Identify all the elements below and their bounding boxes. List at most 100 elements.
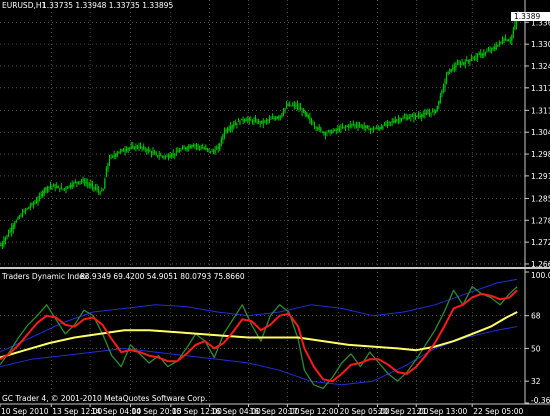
candle-body: [355, 125, 358, 126]
candle-body: [112, 155, 114, 157]
price-tick-label: 1.2983: [531, 150, 550, 159]
candle-body: [20, 214, 22, 216]
candle-body: [386, 122, 389, 124]
candle-body: [425, 113, 427, 115]
candle-body: [29, 205, 31, 208]
candle-body: [372, 128, 375, 131]
price-tick-label: 1.2853: [531, 194, 550, 203]
candle-body: [396, 119, 398, 121]
candle-body: [500, 41, 502, 43]
candle-body: [217, 147, 219, 149]
candle-body: [60, 186, 62, 189]
candle-body: [439, 95, 441, 103]
price-tick-label: 1.2789: [531, 216, 550, 225]
candle-body: [334, 129, 336, 131]
candle-body: [438, 100, 440, 105]
candle-body: [360, 125, 362, 127]
candle-body: [442, 86, 445, 90]
candle-body: [222, 135, 224, 141]
candle-body: [178, 150, 181, 153]
candle-body: [130, 146, 132, 148]
candle-body: [453, 66, 455, 69]
candle-body: [376, 127, 378, 129]
candle-body: [399, 118, 401, 122]
candle-body: [12, 225, 14, 230]
candle-body: [337, 128, 339, 130]
candle-body: [430, 112, 432, 115]
candle-body: [327, 130, 330, 133]
candle-body: [390, 121, 392, 123]
candle-body: [290, 105, 292, 107]
candle-body: [236, 122, 238, 125]
candle-body: [463, 62, 465, 64]
candle-body: [192, 144, 194, 147]
candle-body: [91, 183, 94, 187]
candle-body: [450, 69, 452, 72]
candle-body: [424, 112, 426, 115]
candle-body: [299, 107, 302, 110]
candle-body: [169, 155, 171, 158]
candle-body: [52, 184, 55, 187]
candle-body: [489, 50, 491, 52]
candle-body: [282, 110, 285, 115]
candle-body: [79, 181, 81, 183]
candle-body: [233, 124, 235, 127]
candle-body: [157, 155, 159, 157]
candle-body: [63, 188, 66, 190]
candle-body: [118, 151, 120, 154]
candle-body: [421, 114, 423, 118]
candle-body: [254, 119, 257, 122]
candle-body: [379, 127, 381, 130]
candle-body: [380, 126, 382, 129]
candle-body: [247, 119, 249, 121]
candle-body: [127, 148, 129, 150]
candle-body: [341, 127, 344, 129]
candle-body: [445, 76, 448, 82]
candle-body: [293, 104, 295, 106]
candle-body: [219, 143, 221, 150]
candle-body: [427, 113, 429, 115]
candle-body: [93, 186, 95, 188]
candle-body: [43, 189, 45, 193]
candle-body: [185, 147, 187, 150]
candle-body: [25, 209, 27, 211]
candle-body: [202, 147, 204, 149]
tdi-tick-label: 68: [531, 312, 541, 321]
candle-body: [498, 43, 500, 45]
candle-body: [301, 111, 303, 113]
candle-body: [281, 113, 283, 118]
candle-body: [104, 178, 106, 190]
candle-body: [99, 192, 101, 194]
time-tick-label: 10 Sep 2010: [1, 407, 49, 416]
candle-body: [388, 121, 390, 123]
candle-body: [76, 181, 78, 183]
candle-body: [45, 188, 47, 190]
candle-body: [82, 179, 84, 182]
candle-body: [239, 120, 241, 124]
candle-body: [129, 147, 131, 149]
candle-body: [119, 150, 121, 152]
candle-body: [295, 105, 297, 107]
time-tick-label: 22 Sep 05:00: [473, 407, 523, 416]
candle-body: [304, 111, 306, 115]
candle-body: [371, 128, 373, 130]
candle-body: [177, 151, 179, 153]
candle-body: [306, 112, 308, 117]
candle-body: [383, 124, 386, 126]
candle-body: [405, 117, 407, 119]
candle-body: [153, 151, 156, 155]
candle-body: [146, 149, 148, 151]
candle-body: [188, 146, 190, 148]
candle-body: [464, 61, 466, 65]
candle-body: [441, 91, 443, 95]
candle-body: [466, 60, 468, 62]
candle-body: [152, 151, 154, 154]
candle-body: [296, 104, 299, 107]
candle-body: [66, 186, 69, 189]
candle-body: [276, 116, 278, 119]
candle-body: [147, 148, 149, 151]
candle-body: [275, 117, 277, 120]
candle-body: [125, 148, 128, 152]
candle-body: [107, 163, 109, 170]
chart-window[interactable]: 1.33691.33051.32411.31771.31111.30471.29…: [0, 0, 550, 416]
